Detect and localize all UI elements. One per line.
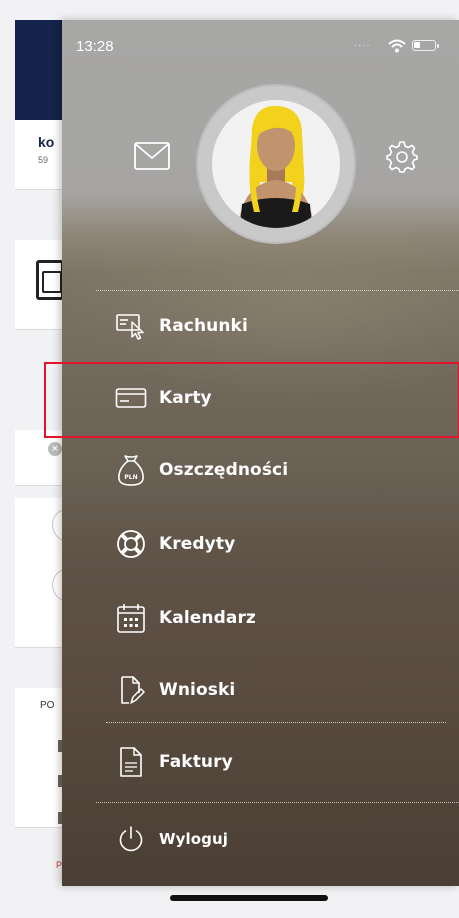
menu-item-label: Wyloguj	[159, 830, 229, 848]
menu-item-label: Faktury	[159, 752, 233, 772]
background-section-label: PO	[40, 700, 55, 711]
wifi-icon	[388, 38, 406, 57]
side-menu-drawer: 13:28 .... Rachunki Karty PLN Oszczędnoś…	[62, 20, 459, 886]
signal-dots: ....	[354, 38, 371, 49]
savings-bag-icon: PLN	[114, 453, 148, 487]
menu-item-label: Kredyty	[159, 534, 236, 554]
menu-item-label: Kalendarz	[159, 608, 256, 628]
calendar-icon	[114, 601, 148, 635]
menu-item-label: Wnioski	[159, 680, 236, 700]
menu-item-rachunki[interactable]: Rachunki	[114, 306, 248, 346]
menu-item-label: Rachunki	[159, 316, 248, 336]
savings-icon-text: PLN	[124, 474, 137, 481]
lifebuoy-icon	[114, 527, 148, 561]
menu-divider	[96, 802, 459, 803]
menu-item-label: Oszczędności	[159, 460, 289, 480]
mail-icon[interactable]	[134, 142, 170, 174]
menu-item-wnioski[interactable]: Wnioski	[114, 670, 235, 710]
battery-icon	[412, 40, 439, 51]
background-number: 59	[38, 155, 49, 165]
home-indicator[interactable]	[170, 895, 328, 901]
menu-divider	[96, 290, 459, 291]
menu-item-kalendarz[interactable]: Kalendarz	[114, 598, 256, 638]
user-avatar[interactable]	[196, 84, 356, 244]
menu-item-oszczednosci[interactable]: PLN Oszczędności	[114, 450, 288, 490]
menu-divider	[106, 722, 446, 723]
menu-item-wyloguj[interactable]: Wyloguj	[114, 819, 228, 859]
avatar-portrait	[212, 100, 340, 228]
background-close-icon: ×	[48, 442, 62, 456]
power-icon	[114, 822, 148, 856]
invoice-icon	[114, 745, 148, 779]
accounts-icon	[114, 309, 148, 343]
status-time: 13:28	[76, 38, 114, 55]
menu-item-faktury[interactable]: Faktury	[114, 742, 233, 782]
menu-item-kredyty[interactable]: Kredyty	[114, 524, 235, 564]
document-edit-icon	[114, 673, 148, 707]
gear-icon[interactable]	[385, 140, 419, 178]
background-logo	[36, 260, 64, 300]
background-title: ko	[38, 134, 55, 150]
karty-highlight-box	[44, 362, 459, 438]
